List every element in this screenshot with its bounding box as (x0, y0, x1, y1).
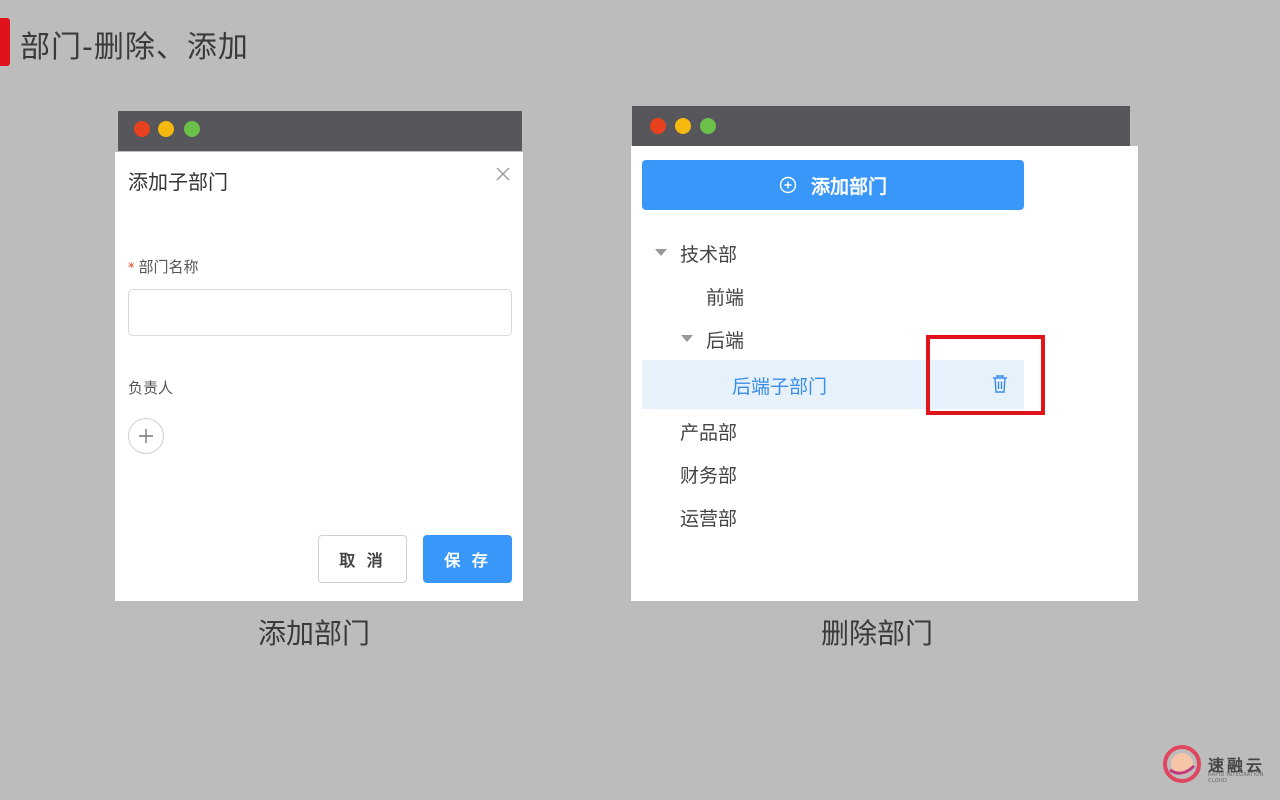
maximize-window-dot[interactable] (700, 118, 716, 134)
tree-node-tech[interactable]: 技术部 (680, 240, 737, 267)
left-window-titlebar (118, 111, 522, 151)
caret-down-icon[interactable] (655, 249, 667, 256)
plus-circle-icon (779, 176, 797, 194)
brand-logo-icon (1163, 745, 1201, 783)
delete-highlight-box (926, 335, 1045, 415)
right-window-titlebar (632, 106, 1130, 146)
add-dept-label: 添加部门 (810, 175, 887, 198)
tree-node-backend[interactable]: 后端 (706, 326, 744, 353)
save-button[interactable]: 保 存 (423, 535, 512, 583)
slide-title: 部门-删除、添加 (20, 30, 249, 65)
tree-node-frontend[interactable]: 前端 (706, 283, 744, 310)
plus-icon (139, 429, 153, 443)
close-window-dot[interactable] (134, 121, 150, 137)
dept-name-label-text: 部门名称 (138, 258, 199, 276)
dialog-title: 添加子部门 (128, 170, 228, 194)
caption-delete-dept: 删除部门 (821, 617, 934, 650)
brand-subtitle: RAPID INTEGRATION CLOUD (1208, 772, 1264, 784)
required-mark: * (128, 261, 135, 276)
close-icon[interactable] (495, 166, 511, 182)
tree-node-operations[interactable]: 运营部 (680, 504, 737, 531)
dept-tree-panel: 添加部门 技术部 前端 后端 后端子部门 产品部 财务部 运营部 (631, 146, 1138, 601)
caption-add-dept: 添加部门 (258, 617, 371, 650)
caret-down-icon[interactable] (681, 335, 693, 342)
dept-name-input[interactable] (128, 289, 512, 336)
dept-name-label: * 部门名称 (128, 256, 199, 277)
minimize-window-dot[interactable] (675, 118, 691, 134)
add-subdept-dialog: 添加子部门 * 部门名称 负责人 取 消 保 存 (115, 152, 523, 601)
close-window-dot[interactable] (650, 118, 666, 134)
tree-node-backend-sub[interactable]: 后端子部门 (732, 372, 827, 399)
tree-node-finance[interactable]: 财务部 (680, 461, 737, 488)
minimize-window-dot[interactable] (158, 121, 174, 137)
add-owner-button[interactable] (128, 418, 164, 454)
add-dept-button[interactable]: 添加部门 (642, 160, 1024, 210)
cancel-button[interactable]: 取 消 (318, 535, 407, 583)
owner-label: 负责人 (128, 379, 174, 397)
maximize-window-dot[interactable] (184, 121, 200, 137)
title-marker (0, 18, 10, 66)
tree-node-product[interactable]: 产品部 (680, 418, 737, 445)
